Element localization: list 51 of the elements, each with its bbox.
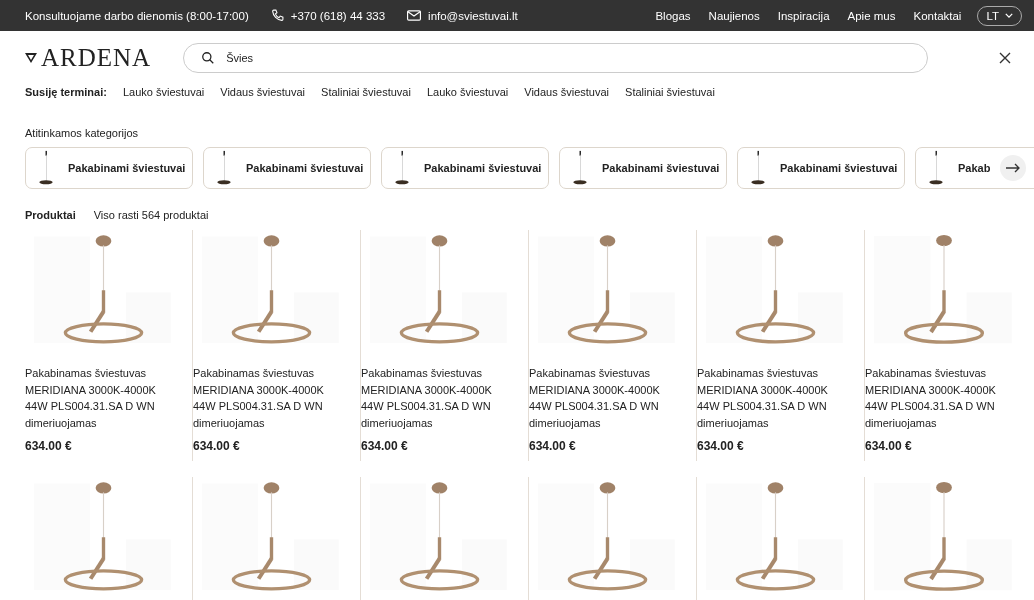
next-button[interactable] [1000, 155, 1026, 181]
nav-link[interactable]: Kontaktai [913, 9, 962, 22]
term-link[interactable]: Staliniai šviestuvai [321, 86, 411, 98]
product-name[interactable]: Pakabinamas šviestuvas MERIDIANA 3000K-4000K 44W PLS004.31.SA D WN dimeriuojamas [529, 365, 686, 431]
logo-text[interactable]: ARDENA [41, 44, 152, 72]
product-price: 634.00 € [193, 439, 241, 453]
result-count: Viso rasti 564 produktai [93, 209, 209, 221]
product-name[interactable]: Pakabinamas šviestuvas MERIDIANA 3000K-4000K 44W PLS004.31.SA D WN dimeriuojamas [361, 365, 518, 431]
nav-link[interactable]: Blogas [655, 9, 691, 22]
product-price: 634.00 € [361, 439, 409, 453]
product-price: 634.00 € [25, 439, 73, 453]
category-label: Pakabinami šviestuvai [602, 162, 720, 174]
nav-link[interactable]: Inspiracija [777, 9, 830, 22]
arrow-right-icon [1006, 163, 1020, 173]
category-label: Pakabinami šviestuvai [424, 162, 542, 174]
product-price: 634.00 € [529, 439, 577, 453]
chevron-down-icon [1005, 13, 1013, 18]
section-title: Produktai [25, 209, 76, 221]
category-card[interactable]: Pakabinami šviestuvai [25, 147, 193, 189]
term-link[interactable]: Staliniai šviestuvai [625, 86, 715, 98]
phone-link[interactable]: +370 (618) 44 333 [290, 9, 386, 22]
search-field[interactable]: Švies [183, 43, 928, 73]
nav-link[interactable]: Naujienos [708, 9, 760, 22]
category-label: Pakab [958, 162, 991, 174]
nav-link[interactable]: Apie mus [847, 9, 896, 22]
product-name[interactable]: Pakabinamas šviestuvas MERIDIANA 3000K-4000K 44W PLS004.31.SA D WN dimeriuojamas [25, 365, 182, 431]
product-name[interactable]: Pakabinamas šviestuvas MERIDIANA 3000K-4000K 44W PLS004.31.SA D WN dimeriuojamas [697, 365, 854, 431]
product-name[interactable]: Pakabinamas šviestuvas MERIDIANA 3000K-4000K 44W PLS004.31.SA D WN dimeriuojamas [865, 365, 1023, 431]
category-card[interactable]: Pakabinami šviestuvai [381, 147, 549, 189]
product-price: 634.00 € [697, 439, 745, 453]
category-card[interactable]: Pakabinami šviestuvai [559, 147, 727, 189]
product-price: 634.00 € [865, 439, 913, 453]
email-link[interactable]: info@sviestuvai.lt [428, 9, 518, 22]
phone-icon [270, 9, 284, 22]
category-card[interactable]: Pakabinami šviestuvai [737, 147, 905, 189]
term-link[interactable]: Vidaus šviestuvai [524, 86, 610, 98]
product-name[interactable]: Pakabinamas šviestuvas MERIDIANA 3000K-4000K 44W PLS004.31.SA D WN dimeriuojamas [193, 365, 350, 431]
category-card[interactable]: Pakabinami šviestuvai [203, 147, 371, 189]
category-label: Pakabinami šviestuvai [780, 162, 898, 174]
mail-icon [407, 10, 422, 21]
close-icon[interactable] [998, 51, 1012, 65]
search-icon [201, 51, 216, 65]
business-hours: Konsultuojame darbo dienomis (8:00-17:00) [25, 9, 249, 22]
category-label: Pakabinami šviestuvai [68, 162, 186, 174]
term-link[interactable]: Lauko šviestuvai [122, 86, 205, 98]
related-terms-label: Susiję terminai: [25, 86, 107, 98]
logo-icon [25, 52, 37, 64]
term-link[interactable]: Lauko šviestuvai [426, 86, 509, 98]
category-label: Pakabinami šviestuvai [246, 162, 364, 174]
section-title: Atitinkamos kategorijos [24, 126, 140, 141]
term-link[interactable]: Vidaus šviestuvai [220, 86, 306, 98]
